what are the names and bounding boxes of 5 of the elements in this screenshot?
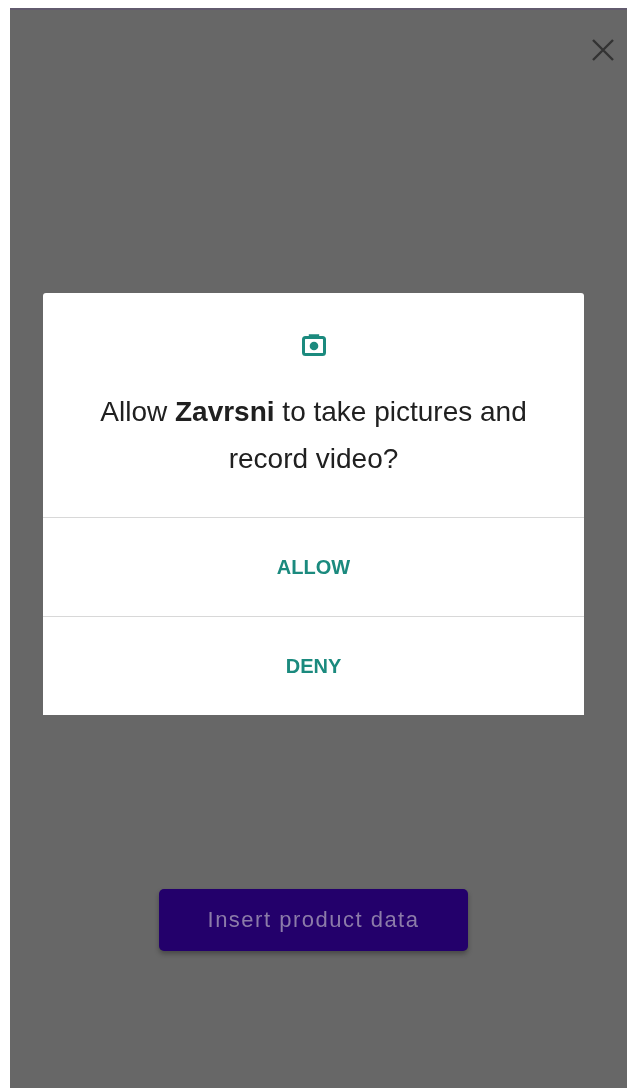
close-icon[interactable] bbox=[591, 38, 615, 62]
dialog-message: Allow Zavrsni to take pictures and record video? bbox=[99, 395, 528, 476]
insert-product-data-button[interactable]: Insert product data bbox=[159, 889, 468, 951]
deny-button[interactable]: DENY bbox=[43, 616, 584, 715]
camera-icon bbox=[301, 334, 326, 356]
